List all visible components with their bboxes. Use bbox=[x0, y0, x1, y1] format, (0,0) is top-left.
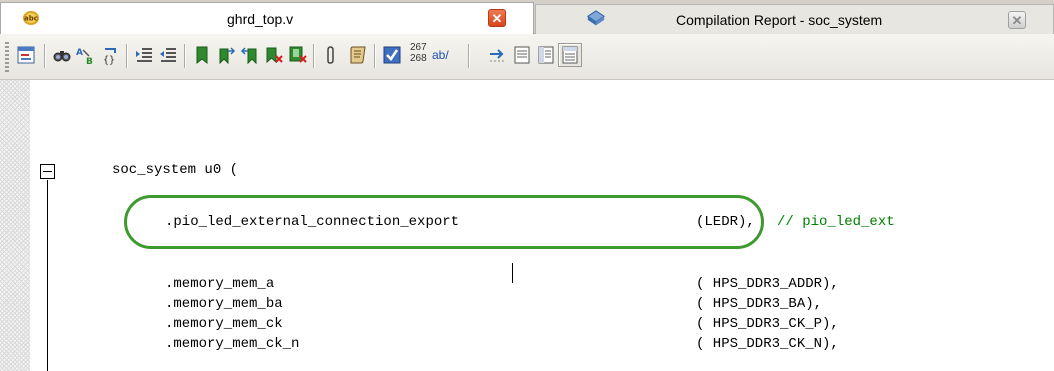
editor-toolbar: AB {} 267 268 ab/ bbox=[0, 34, 1054, 80]
collapse-icon[interactable] bbox=[40, 164, 55, 179]
view-three-icon[interactable] bbox=[558, 43, 582, 67]
svg-text:abc: abc bbox=[24, 15, 38, 23]
line-number-top: 267 bbox=[410, 42, 427, 53]
fold-guide bbox=[47, 180, 48, 371]
code-line-module: soc_system u0 ( bbox=[112, 162, 239, 178]
previous-bookmark-icon[interactable] bbox=[238, 43, 262, 67]
code-signal: ( HPS_DDR3_BA), bbox=[696, 296, 823, 312]
line-numbers-icon[interactable]: 267 268 bbox=[410, 42, 427, 64]
remove-bookmark-icon[interactable] bbox=[286, 43, 310, 67]
toolbar-grip[interactable] bbox=[5, 42, 9, 72]
line-number-bottom: 268 bbox=[410, 53, 427, 64]
toggle-bookmark-icon[interactable] bbox=[190, 43, 214, 67]
insert-bracket-icon[interactable]: {} bbox=[98, 43, 122, 67]
code-port: .memory_mem_a bbox=[165, 276, 275, 292]
check-icon[interactable] bbox=[380, 43, 404, 67]
editor-gutter bbox=[0, 80, 30, 371]
code-editor[interactable]: soc_system u0 ( .pio_led_external_connec… bbox=[0, 80, 1054, 371]
clear-bookmarks-icon[interactable] bbox=[262, 43, 286, 67]
toolbar-separator bbox=[126, 44, 127, 68]
toolbar-separator bbox=[468, 44, 469, 68]
toolbar-separator bbox=[44, 44, 45, 68]
svg-text:{}: {} bbox=[103, 55, 115, 65]
close-tab-icon[interactable]: ✕ bbox=[1008, 11, 1026, 29]
close-tab-icon[interactable]: ✕ bbox=[488, 9, 506, 27]
code-signal: ( HPS_DDR3_CK_P), bbox=[696, 316, 839, 332]
code-port: .memory_mem_ck bbox=[165, 316, 283, 332]
toolbar-separator bbox=[313, 44, 314, 68]
script-icon[interactable] bbox=[346, 43, 370, 67]
tab-title: ghrd_top.v bbox=[227, 11, 294, 27]
toolbar-separator bbox=[184, 44, 185, 68]
tab-ghrd-top[interactable]: abc ghrd_top.v ✕ bbox=[0, 2, 534, 34]
code-port: .memory_mem_ck_n bbox=[165, 336, 300, 352]
svg-text:A: A bbox=[76, 48, 83, 58]
toolbar-separator bbox=[374, 44, 375, 68]
code-comment: // pio_led_ext bbox=[777, 214, 895, 230]
compilation-report-icon bbox=[586, 10, 606, 26]
find-replace-icon[interactable]: AB bbox=[74, 43, 98, 67]
word-wrap-icon[interactable]: ab/ bbox=[432, 48, 449, 62]
code-signal: ( HPS_DDR3_ADDR), bbox=[696, 276, 839, 292]
verilog-file-icon: abc bbox=[23, 11, 39, 25]
view-two-icon[interactable] bbox=[534, 43, 558, 67]
tab-title: Compilation Report - soc_system bbox=[676, 12, 883, 28]
tab-compilation-report[interactable]: Compilation Report - soc_system ✕ bbox=[535, 4, 1054, 34]
find-icon[interactable] bbox=[50, 43, 74, 67]
go-to-line-icon[interactable] bbox=[486, 43, 510, 67]
increase-indent-icon[interactable] bbox=[132, 43, 156, 67]
attachment-icon[interactable] bbox=[318, 43, 342, 67]
svg-text:B: B bbox=[86, 57, 93, 65]
next-bookmark-icon[interactable] bbox=[214, 43, 238, 67]
tab-bar: abc ghrd_top.v ✕ Compilation Report - so… bbox=[0, 0, 1054, 34]
decrease-indent-icon[interactable] bbox=[156, 43, 180, 67]
code-port-highlighted: .pio_led_external_connection_export bbox=[165, 214, 460, 230]
code-port: .memory_mem_ba bbox=[165, 296, 283, 312]
code-signal-highlighted: (LEDR), bbox=[696, 214, 755, 230]
view-one-icon[interactable] bbox=[510, 43, 534, 67]
insert-template-icon[interactable] bbox=[14, 43, 38, 67]
code-signal: ( HPS_DDR3_CK_N), bbox=[696, 336, 839, 352]
text-cursor bbox=[512, 263, 513, 283]
